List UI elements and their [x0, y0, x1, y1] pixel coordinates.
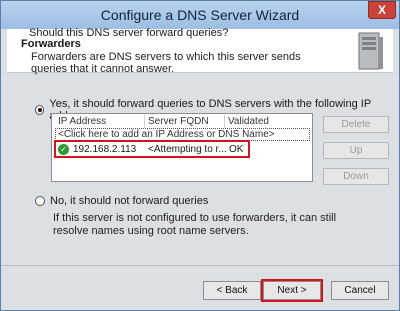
radio-yes[interactable]	[35, 105, 45, 115]
page-title: Forwarders	[21, 38, 81, 50]
back-button[interactable]: < Back	[203, 281, 261, 300]
close-button[interactable]: X	[368, 1, 396, 19]
title-bar[interactable]: Configure a DNS Server Wizard X	[1, 1, 399, 29]
next-highlight-box	[261, 279, 323, 302]
col-validated[interactable]: Validated	[228, 116, 269, 128]
down-button[interactable]: Down	[323, 168, 389, 185]
up-button[interactable]: Up	[323, 142, 389, 159]
forward-no-option[interactable]: No, it should not forward queries	[35, 195, 208, 207]
footer-divider	[1, 265, 399, 266]
radio-no-label: No, it should not forward queries	[50, 195, 209, 207]
col-server-fqdn[interactable]: Server FQDN	[148, 116, 209, 128]
wizard-window: Configure a DNS Server Wizard X Forwarde…	[0, 0, 400, 311]
info-text: If this server is not configured to use …	[53, 212, 337, 237]
forward-question: Should this DNS server forward queries?	[29, 27, 229, 39]
col-ip-address[interactable]: IP Address	[58, 116, 106, 128]
delete-button[interactable]: Delete	[323, 116, 389, 133]
server-icon	[358, 32, 383, 70]
highlight-box	[54, 140, 250, 158]
window-title: Configure a DNS Server Wizard	[100, 7, 300, 23]
page-description: Forwarders are DNS servers to which this…	[31, 51, 301, 75]
col-separator	[224, 115, 225, 128]
radio-no[interactable]	[35, 196, 45, 206]
col-separator	[144, 115, 145, 128]
cancel-button[interactable]: Cancel	[331, 281, 389, 300]
